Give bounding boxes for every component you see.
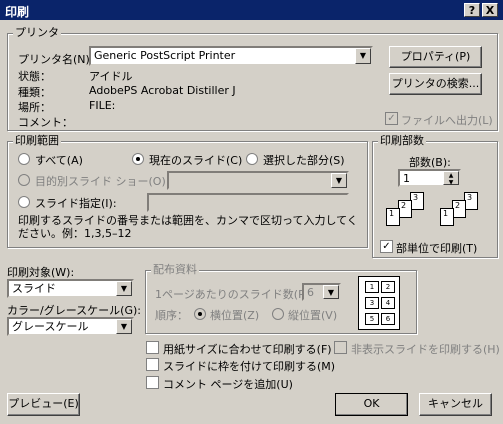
order-horizontal-radio[interactable]: [194, 308, 206, 320]
handout-slide-2: 2: [381, 281, 395, 293]
status-label: 状態：: [18, 70, 51, 83]
handouts-group-label: 配布資料: [151, 263, 199, 276]
printer-group-label: プリンタ: [13, 26, 61, 39]
title-bar: 印刷 ? X: [0, 0, 503, 20]
range-custom-show-label: 目的別スライド ショー(O):: [35, 175, 170, 188]
range-custom-show-radio[interactable]: [18, 174, 30, 186]
order-vertical-radio[interactable]: [272, 308, 284, 320]
chevron-down-icon[interactable]: ▼: [331, 173, 347, 188]
chevron-down-icon[interactable]: ▼: [116, 281, 132, 296]
handout-slide-4: 4: [381, 297, 395, 309]
custom-show-select[interactable]: ▼: [167, 171, 349, 190]
range-all-radio[interactable]: [18, 153, 30, 165]
frame-slides-label: スライドに枠を付けて印刷する(M): [163, 360, 336, 373]
printer-name-label: プリンタ名(N):: [18, 53, 94, 66]
collate-icon-set-1: 3 2 1: [386, 192, 430, 230]
location-value: FILE:: [89, 99, 116, 112]
print-to-file-label: ファイルへ出力(L): [401, 114, 493, 127]
close-button[interactable]: X: [482, 3, 498, 17]
order-vertical-label: 縦位置(V): [288, 309, 338, 322]
range-group-label: 印刷範囲: [13, 134, 61, 147]
status-value: アイドル: [89, 70, 133, 83]
range-selection-label: 選択した部分(S): [263, 154, 345, 167]
range-slides-label: スライド指定(I):: [35, 197, 117, 210]
print-what-select[interactable]: スライド ▼: [7, 279, 134, 298]
chevron-down-icon[interactable]: ▼: [323, 285, 339, 299]
copies-count-input[interactable]: 1 ▲ ▼: [398, 169, 461, 187]
range-current-label: 現在のスライド(C): [149, 154, 243, 167]
copies-group-label: 印刷部数: [378, 134, 426, 147]
hidden-slides-checkbox[interactable]: [334, 341, 347, 354]
location-label: 場所：: [18, 101, 51, 114]
per-page-value: 6: [307, 286, 314, 299]
preview-button[interactable]: プレビュー(E): [7, 393, 80, 416]
comment-label: コメント：: [18, 116, 73, 129]
help-button[interactable]: ?: [464, 3, 480, 17]
order-label: 順序：: [155, 309, 188, 322]
ok-button[interactable]: OK: [335, 393, 408, 416]
type-value: AdobePS Acrobat Distiller J: [89, 84, 236, 97]
order-horizontal-label: 横位置(Z): [210, 309, 260, 322]
handout-slide-5: 5: [365, 313, 379, 325]
print-what-value: スライド: [12, 282, 56, 295]
range-current-radio[interactable]: [132, 153, 144, 165]
copies-count-label: 部数(B):: [409, 156, 451, 169]
find-printer-button[interactable]: プリンタの検索...: [389, 73, 482, 95]
per-page-select[interactable]: 6 ▼: [302, 283, 341, 301]
chevron-down-icon[interactable]: ▼: [355, 48, 371, 64]
range-hint: 印刷するスライドの番号または範囲を、カンマで区切って入力してください。例：1,3…: [18, 214, 358, 240]
type-label: 種類：: [18, 86, 51, 99]
fit-to-paper-checkbox[interactable]: [146, 341, 159, 354]
printer-name-value: Generic PostScript Printer: [94, 49, 236, 62]
handout-slide-6: 6: [381, 313, 395, 325]
color-select[interactable]: グレースケール ▼: [7, 317, 134, 336]
range-selection-radio[interactable]: [246, 153, 258, 165]
per-page-label: 1ページあたりのスライド数(R):: [155, 288, 314, 301]
copies-count-value: 1: [403, 172, 410, 185]
handout-preview: 1 2 3 4 5 6: [358, 276, 400, 330]
range-slides-radio[interactable]: [18, 196, 30, 208]
comments-label: コメント ページを追加(U): [163, 378, 293, 391]
properties-button[interactable]: プロパティ(P): [389, 46, 482, 68]
collate-label: 部単位で印刷(T): [396, 242, 478, 255]
handout-slide-3: 3: [365, 297, 379, 309]
handout-slide-1: 1: [365, 281, 379, 293]
fit-to-paper-label: 用紙サイズに合わせて印刷する(F): [163, 343, 332, 356]
comments-checkbox[interactable]: [146, 376, 159, 389]
range-all-label: すべて(A): [35, 154, 83, 167]
chevron-down-icon[interactable]: ▼: [116, 319, 132, 334]
slides-input[interactable]: [147, 193, 349, 212]
frame-slides-checkbox[interactable]: [146, 358, 159, 371]
print-what-label: 印刷対象(W):: [7, 266, 75, 279]
printer-name-select[interactable]: Generic PostScript Printer ▼: [89, 46, 373, 66]
cancel-button[interactable]: キャンセル: [419, 393, 492, 416]
collate-icon-set-2: 3 2 1: [440, 192, 484, 230]
print-to-file-checkbox[interactable]: ✓: [385, 112, 398, 125]
color-value: グレースケール: [12, 320, 89, 333]
collate-checkbox[interactable]: ✓: [380, 240, 393, 253]
hidden-slides-label: 非表示スライドを印刷する(H): [351, 343, 500, 356]
window-title: 印刷: [5, 5, 30, 19]
color-label: カラー/グレースケール(G):: [7, 304, 141, 317]
spinner-icon[interactable]: ▲ ▼: [443, 171, 459, 186]
